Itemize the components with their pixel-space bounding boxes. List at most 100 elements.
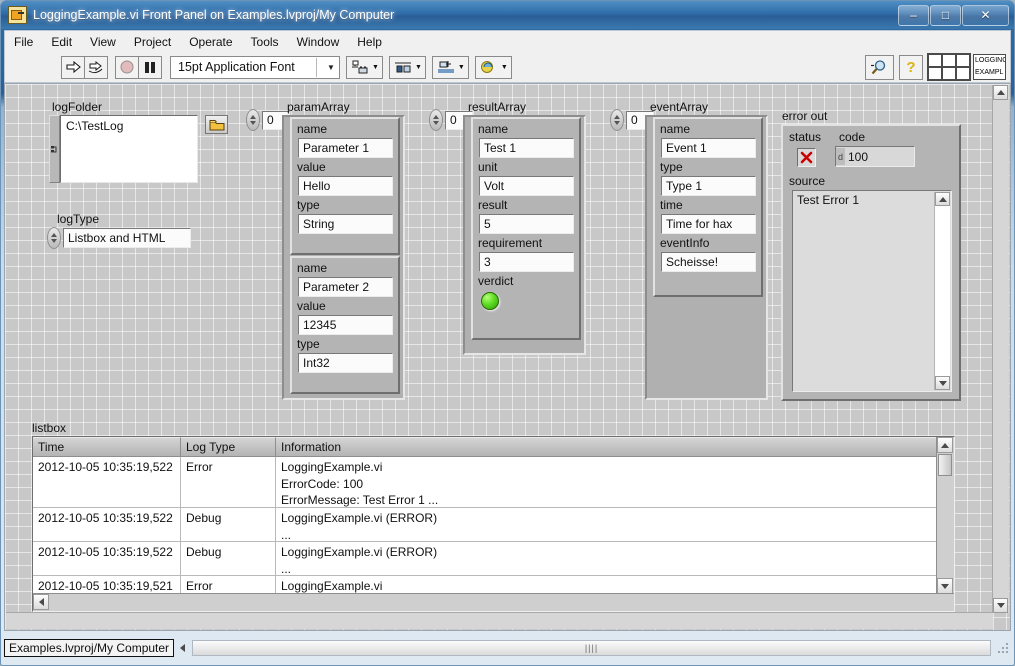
table-row[interactable]: 2012-10-05 10:35:19,522 Error LoggingExa… <box>33 457 954 508</box>
eventarray-name-field[interactable]: Event 1 <box>661 138 756 158</box>
menu-project[interactable]: Project <box>125 33 180 51</box>
column-header-logtype[interactable]: Log Type <box>181 437 276 457</box>
menu-file[interactable]: File <box>5 33 42 51</box>
font-selector[interactable]: 15pt Application Font ▼ <box>170 55 340 79</box>
reorder-icon <box>479 59 499 76</box>
connector-pane-icon[interactable] <box>927 53 971 81</box>
menu-tools[interactable]: Tools <box>242 33 288 51</box>
listbox-scroll-up-button[interactable] <box>937 437 953 453</box>
panel-horizontal-scrollbar[interactable] <box>6 612 993 629</box>
panel-scroll-down-button[interactable] <box>993 598 1008 613</box>
run-button[interactable] <box>61 55 85 79</box>
title-bar[interactable]: LoggingExample.vi Front Panel on Example… <box>1 1 1014 29</box>
paramarray-element-1[interactable]: name Parameter 2 value 12345 type Int32 <box>290 256 400 394</box>
errorout-source-field[interactable]: Test Error 1 <box>792 190 952 392</box>
chevron-down-icon[interactable]: ▼ <box>415 64 422 71</box>
column-header-time[interactable]: Time <box>33 437 181 457</box>
field-value: 12345 <box>303 318 337 332</box>
browse-folder-button[interactable] <box>205 115 228 134</box>
panel-scroll-up-button[interactable] <box>993 85 1008 100</box>
resultarray-unit-field[interactable]: Volt <box>479 176 574 196</box>
field-label: requirement <box>478 236 543 250</box>
maximize-button[interactable]: □ <box>930 4 961 26</box>
logtype-enum-control[interactable]: Listbox and HTML <box>47 227 191 249</box>
eventarray-label: eventArray <box>650 100 709 114</box>
field-label: type <box>297 337 320 351</box>
paramarray-1-value-field[interactable]: 12345 <box>298 315 393 335</box>
paramarray-0-type-field[interactable]: String <box>298 214 393 234</box>
cell-time: 2012-10-05 10:35:19,522 <box>33 457 181 507</box>
resultarray-name-field[interactable]: Test 1 <box>479 138 574 158</box>
resultarray-result-field[interactable]: 5 <box>479 214 574 234</box>
errorout-cluster[interactable]: status code d 100 source Test Error 1 <box>781 124 961 401</box>
resize-objects-menu[interactable]: ▼ <box>431 55 469 79</box>
paramarray-1-name-field[interactable]: Parameter 2 <box>298 277 393 297</box>
paramarray-0-name-field[interactable]: Parameter 1 <box>298 138 393 158</box>
increment-decrement-icon[interactable] <box>429 109 443 131</box>
project-context-box[interactable]: Examples.lvproj/My Computer <box>4 639 175 657</box>
listbox-vscroll-thumb[interactable] <box>938 454 952 476</box>
increment-decrement-icon[interactable] <box>610 109 624 131</box>
abort-execution-button[interactable] <box>115 55 139 79</box>
increment-decrement-icon[interactable] <box>47 227 61 249</box>
menu-operate[interactable]: Operate <box>180 33 241 51</box>
eventarray-time-field[interactable]: Time for hax <box>661 214 756 234</box>
align-objects-menu[interactable]: ▼ <box>346 55 383 79</box>
logtype-value[interactable]: Listbox and HTML <box>63 228 191 248</box>
chevron-down-icon[interactable]: ▼ <box>372 64 379 71</box>
chevron-down-icon[interactable]: ▼ <box>501 64 508 71</box>
eventarray-eventinfo-field[interactable]: Scheisse! <box>661 252 756 272</box>
search-button[interactable] <box>865 54 894 80</box>
help-button[interactable]: ? <box>899 54 923 80</box>
close-button[interactable]: ✕ <box>962 4 1009 26</box>
listbox-scroll-down-button[interactable] <box>937 578 953 594</box>
reorder-menu[interactable]: ▼ <box>474 55 512 79</box>
field-value: 5 <box>484 217 491 231</box>
resultarray-requirement-field[interactable]: 3 <box>479 252 574 272</box>
pause-button[interactable] <box>138 55 162 79</box>
eventarray-element-0[interactable]: name Event 1 type Type 1 time Time for h… <box>653 117 763 297</box>
window-resize-grip[interactable] <box>995 640 1011 656</box>
paramarray-element-0[interactable]: name Parameter 1 value Hello type String <box>290 117 400 255</box>
logfolder-value: C:\TestLog <box>66 119 124 133</box>
listbox-table[interactable]: Time Log Type Information 2012-10-05 10:… <box>32 436 955 612</box>
paramarray-1-type-field[interactable]: Int32 <box>298 353 393 373</box>
panel-vertical-scrollbar[interactable] <box>992 85 1009 613</box>
window-bottom-scrollbar[interactable]: |||| <box>192 640 991 656</box>
logfolder-path-control[interactable]: C:\TestLog <box>60 115 198 183</box>
source-scroll-down-button[interactable] <box>935 376 950 390</box>
increment-decrement-icon[interactable] <box>246 109 260 131</box>
column-header-information[interactable]: Information <box>276 437 939 457</box>
eventarray-type-field[interactable]: Type 1 <box>661 176 756 196</box>
field-value: Parameter 2 <box>303 280 370 294</box>
context-collapse-button[interactable] <box>174 644 190 652</box>
table-row[interactable]: 2012-10-05 10:35:19,522 Debug LoggingExa… <box>33 542 954 576</box>
verdict-led[interactable] <box>481 292 499 310</box>
errorout-code-field[interactable]: d 100 <box>835 146 915 167</box>
listbox-scroll-left-button[interactable] <box>33 594 49 610</box>
distribute-objects-menu[interactable]: ▼ <box>388 55 426 79</box>
abort-stop-icon <box>120 60 134 74</box>
cell-information: LoggingExample.vi ErrorCode: 100 ErrorMe… <box>276 457 939 507</box>
menu-view[interactable]: View <box>81 33 125 51</box>
chevron-down-icon[interactable]: ▼ <box>323 63 339 72</box>
source-scrollbar[interactable] <box>934 192 950 390</box>
field-value: Volt <box>484 179 505 193</box>
chevron-down-icon[interactable]: ▼ <box>458 64 465 71</box>
front-panel-canvas[interactable]: logFolder C:\TestLog 0 logType Listbox a… <box>4 83 1011 631</box>
menu-edit[interactable]: Edit <box>42 33 81 51</box>
table-row[interactable]: 2012-10-05 10:35:19,522 Debug LoggingExa… <box>33 508 954 542</box>
menu-window[interactable]: Window <box>288 33 349 51</box>
minimize-button[interactable]: – <box>898 4 929 26</box>
menu-help[interactable]: Help <box>348 33 391 51</box>
resultarray-element-0[interactable]: name Test 1 unit Volt result 5 requireme… <box>471 117 581 340</box>
listbox-vertical-scrollbar[interactable] <box>936 437 954 594</box>
field-value: String <box>303 217 335 231</box>
paramarray-0-value-field[interactable]: Hello <box>298 176 393 196</box>
listbox-horizontal-scrollbar[interactable] <box>33 593 954 611</box>
source-scroll-up-button[interactable] <box>935 192 950 206</box>
field-label: name <box>478 122 509 136</box>
run-continuously-button[interactable] <box>84 55 108 79</box>
project-context-text: Examples.lvproj/My Computer <box>9 641 170 655</box>
cell-logtype: Error <box>181 457 276 507</box>
